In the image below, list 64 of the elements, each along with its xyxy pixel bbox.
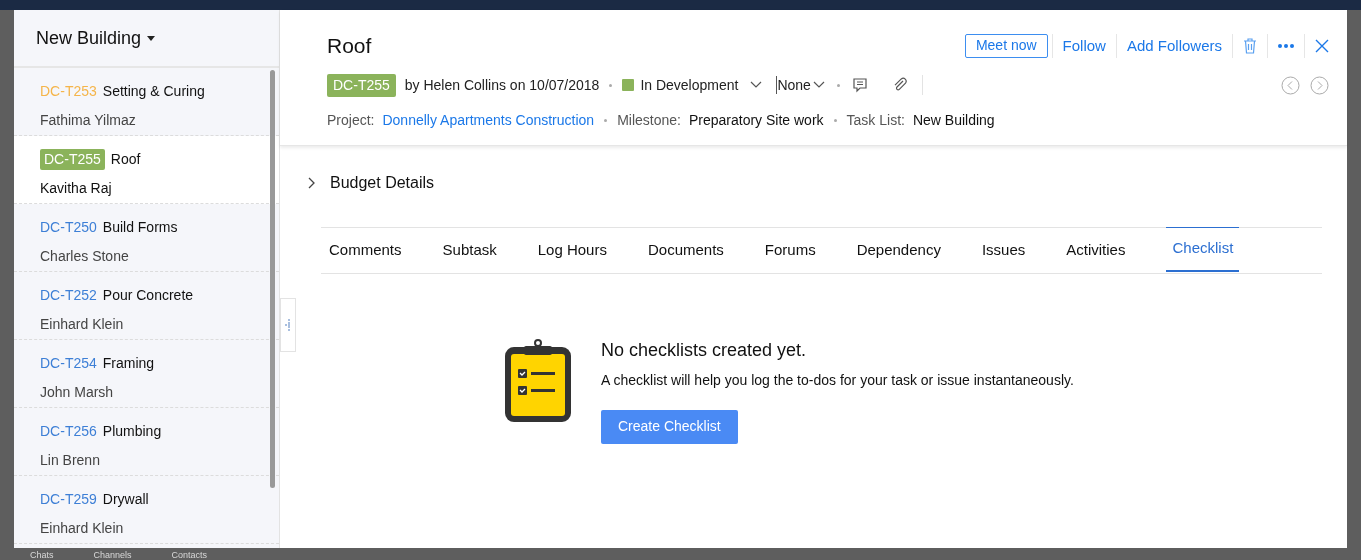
chevron-down-icon bbox=[812, 81, 825, 89]
task-id: DC-T259 bbox=[40, 490, 97, 509]
meet-now-button[interactable]: Meet now bbox=[964, 33, 1048, 58]
list-switcher[interactable]: New Building bbox=[36, 24, 156, 52]
task-owner: Kavitha Raj bbox=[40, 179, 113, 198]
collapse-handle[interactable] bbox=[280, 298, 296, 352]
chevron-down-icon bbox=[750, 81, 763, 89]
previous-icon[interactable] bbox=[1281, 75, 1300, 95]
tab[interactable]: Comments bbox=[321, 227, 443, 273]
add-followers-link[interactable]: Add Followers bbox=[1116, 34, 1232, 57]
grip-icon bbox=[285, 319, 291, 331]
project-link[interactable]: Donnelly Apartments Construction bbox=[382, 109, 595, 131]
tab[interactable]: Issues bbox=[981, 227, 1026, 273]
task-owner: Lin Brenn bbox=[40, 451, 101, 470]
tab[interactable]: Documents bbox=[647, 227, 724, 273]
tab[interactable]: Activities bbox=[1066, 227, 1126, 273]
follow-link[interactable]: Follow bbox=[1052, 34, 1116, 57]
task-owner: Fathima Yilmaz bbox=[40, 111, 137, 130]
tab[interactable]: Log Hours bbox=[537, 227, 607, 273]
close-icon[interactable] bbox=[1315, 38, 1329, 53]
task-title: Roof bbox=[327, 33, 372, 59]
task-id: DC-T255 bbox=[40, 149, 105, 170]
task-id: DC-T255 bbox=[327, 73, 396, 97]
task-name: Roof bbox=[110, 150, 141, 169]
meta-label: Task List: bbox=[846, 110, 905, 130]
task-id: DC-T256 bbox=[40, 422, 97, 441]
budget-details-toggle[interactable]: Budget Details bbox=[306, 170, 1347, 195]
task-name: Framing bbox=[102, 354, 155, 373]
task-owner: Einhard Klein bbox=[40, 519, 125, 538]
delete-icon[interactable] bbox=[1243, 37, 1257, 54]
nav-label[interactable]: Channels bbox=[93, 549, 132, 560]
meta-label: Milestone: bbox=[617, 110, 681, 130]
task-owner: John Marsh bbox=[40, 383, 115, 402]
task-owner: Einhard Klein bbox=[40, 315, 125, 334]
scrollbar[interactable] bbox=[270, 70, 275, 488]
tab[interactable]: Dependency bbox=[856, 227, 941, 273]
task-byline: by Helen Collins on 10/07/2018 bbox=[404, 75, 600, 95]
task-id: DC-T250 bbox=[40, 218, 97, 237]
meta-label: Project: bbox=[327, 110, 375, 130]
task-name: Pour Concrete bbox=[102, 286, 194, 305]
priority-dropdown[interactable]: None bbox=[777, 74, 825, 96]
task-id: DC-T254 bbox=[40, 354, 97, 373]
next-icon[interactable] bbox=[1310, 75, 1329, 95]
tab[interactable]: Subtask bbox=[442, 227, 497, 273]
task-name: Build Forms bbox=[102, 218, 178, 237]
task-name: Plumbing bbox=[102, 422, 162, 441]
task-owner: Charles Stone bbox=[40, 247, 130, 266]
empty-state-title: No checklists created yet. bbox=[601, 338, 808, 362]
task-name: Setting & Curing bbox=[102, 82, 205, 101]
caret-icon bbox=[147, 35, 156, 41]
task-name: Drywall bbox=[102, 490, 149, 509]
meta-value: Preparatory Site work bbox=[688, 110, 824, 130]
task-id: DC-T253 bbox=[40, 82, 97, 101]
task-list-item[interactable]: DC-T255 Roof Kavitha Raj bbox=[14, 136, 279, 204]
comment-icon[interactable] bbox=[851, 77, 868, 93]
nav-label[interactable]: Contacts bbox=[171, 549, 208, 560]
meta-value: New Building bbox=[912, 110, 995, 130]
status-dropdown[interactable]: In Development bbox=[622, 74, 763, 96]
tab[interactable]: Checklist bbox=[1166, 226, 1240, 272]
tab[interactable]: Forums bbox=[764, 227, 816, 273]
task-id: DC-T252 bbox=[40, 286, 97, 305]
empty-state-message: A checklist will help you log the to-dos for your task or issue instantaneously. bbox=[601, 370, 1074, 390]
more-icon[interactable] bbox=[1278, 43, 1294, 48]
nav-label[interactable]: Chats bbox=[30, 549, 54, 560]
